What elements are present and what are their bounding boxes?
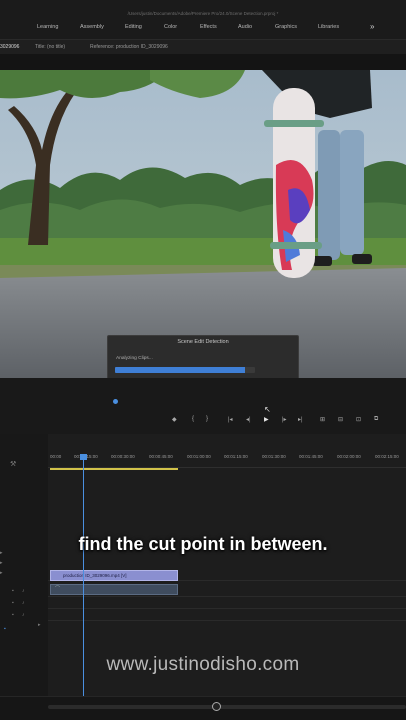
- timeline-ruler[interactable]: 00:00 00:00:15:00 00:00:30:00 00:00:45:0…: [48, 452, 406, 468]
- workspace-tab-learning[interactable]: Learning: [37, 24, 58, 30]
- video-frame-image: [0, 70, 406, 378]
- microphone-icon[interactable]: ♪: [22, 588, 25, 594]
- track-arrow-icon[interactable]: ▸: [38, 622, 41, 628]
- step-back-icon[interactable]: ◂|: [246, 416, 251, 423]
- timeline-panel: ⚒ ▸ ▸ ▸ ▪ ♪ ▪ ♪ ▪ ♪ ▪ ▸ 00:00 00:00:15:0…: [0, 434, 406, 720]
- workspace-tab-audio[interactable]: Audio: [238, 24, 252, 30]
- track-selected-icon[interactable]: ▪: [4, 626, 6, 632]
- track-lock-icon-3[interactable]: ▪: [12, 612, 14, 618]
- track-headers: ⚒ ▸ ▸ ▸ ▪ ♪ ▪ ♪ ▪ ♪ ▪ ▸: [0, 434, 48, 720]
- title-tab[interactable]: Title: (no title): [35, 44, 65, 50]
- timecode-label: 00:01:00:00: [187, 454, 211, 459]
- sequence-tab[interactable]: 3029096: [0, 44, 19, 50]
- timeline-scrollbar-area: [0, 696, 406, 720]
- workspace-tab-color[interactable]: Color: [164, 24, 177, 30]
- analysis-progress-bar: [115, 367, 255, 373]
- timecode-label: 00:01:30:00: [262, 454, 286, 459]
- go-to-in-point-icon[interactable]: |◂: [228, 416, 233, 423]
- horizontal-scrollbar[interactable]: [48, 705, 406, 709]
- step-forward-icon[interactable]: |▸: [282, 416, 287, 423]
- track-target-icon-2[interactable]: ▸: [0, 560, 3, 566]
- workspace-tabs: Learning Assembly Editing Color Effects …: [0, 24, 406, 34]
- mouse-cursor-icon: ↖: [264, 405, 271, 414]
- track-divider: [48, 608, 406, 609]
- comparison-view-icon[interactable]: ⧉: [374, 416, 378, 423]
- workspace-tab-assembly[interactable]: Assembly: [80, 24, 104, 30]
- lift-icon[interactable]: ⊞: [320, 416, 325, 423]
- export-frame-icon[interactable]: ⊡: [356, 416, 361, 423]
- wrench-icon[interactable]: ⚒: [10, 460, 16, 468]
- track-lock-icon[interactable]: ▪: [12, 588, 14, 594]
- track-divider: [48, 620, 406, 621]
- timecode-label: 00:00:45:00: [149, 454, 173, 459]
- audio-clip[interactable]: ⌒: [50, 584, 178, 595]
- extract-icon[interactable]: ⊟: [338, 416, 343, 423]
- mark-out-icon[interactable]: {: [192, 416, 194, 422]
- reference-tab[interactable]: Reference: production ID_3029096: [90, 44, 168, 50]
- dialog-title: Scene Edit Detection: [177, 339, 229, 345]
- monitor-top-gap: [0, 54, 406, 70]
- microphone-icon-2[interactable]: ♪: [22, 600, 25, 606]
- workspace-overflow-icon[interactable]: »: [370, 22, 374, 31]
- monitor-controls: ↖ ◆ { } |◂ ◂| ▶ |▸ ▸| ⊞ ⊟ ⊡ ⧉: [0, 378, 406, 434]
- watermark-text: www.justinodisho.com: [106, 654, 300, 675]
- video-clip[interactable]: production ID_3029096.mp4 [V]: [50, 570, 178, 581]
- playhead-handle[interactable]: [80, 454, 87, 460]
- timecode-label: 00:01:45:00: [299, 454, 323, 459]
- monitor-header: 3029096 Title: (no title) Reference: pro…: [0, 40, 406, 54]
- timecode-label: 00:02:15:00: [375, 454, 399, 459]
- mark-in-icon[interactable]: ◆: [172, 416, 177, 423]
- dialog-status: Analyzing Clips...: [116, 356, 153, 361]
- microphone-icon-3[interactable]: ♪: [22, 612, 25, 618]
- video-caption: find the cut point in between.: [78, 534, 328, 554]
- app-header: /Users/justin/Documents/Adobe/Premiere P…: [0, 0, 406, 40]
- workspace-tab-effects[interactable]: Effects: [200, 24, 217, 30]
- play-button[interactable]: ▶: [264, 416, 269, 423]
- program-monitor-video: [0, 70, 406, 378]
- workspace-tab-graphics[interactable]: Graphics: [275, 24, 297, 30]
- timecode-label: 00:02:00:00: [337, 454, 361, 459]
- go-to-in-icon[interactable]: }: [206, 416, 208, 422]
- go-to-out-point-icon[interactable]: ▸|: [298, 416, 303, 423]
- work-area-bar[interactable]: [50, 468, 178, 470]
- analysis-progress-fill: [115, 367, 246, 373]
- timecode-label: 00:00:30:00: [111, 454, 135, 459]
- track-lock-icon-2[interactable]: ▪: [12, 600, 14, 606]
- playhead[interactable]: [83, 454, 84, 720]
- track-target-icon-3[interactable]: ▸: [0, 570, 3, 576]
- window-path: /Users/justin/Documents/Adobe/Premiere P…: [127, 11, 279, 16]
- workspace-tab-editing[interactable]: Editing: [125, 24, 142, 30]
- zoom-handle[interactable]: [212, 702, 221, 711]
- monitor-scrub-head[interactable]: [113, 399, 118, 404]
- track-divider: [48, 596, 406, 597]
- workspace-tab-libraries[interactable]: Libraries: [318, 24, 339, 30]
- timecode-label: 00:00: [50, 454, 62, 459]
- timecode-label: 00:01:15:00: [224, 454, 248, 459]
